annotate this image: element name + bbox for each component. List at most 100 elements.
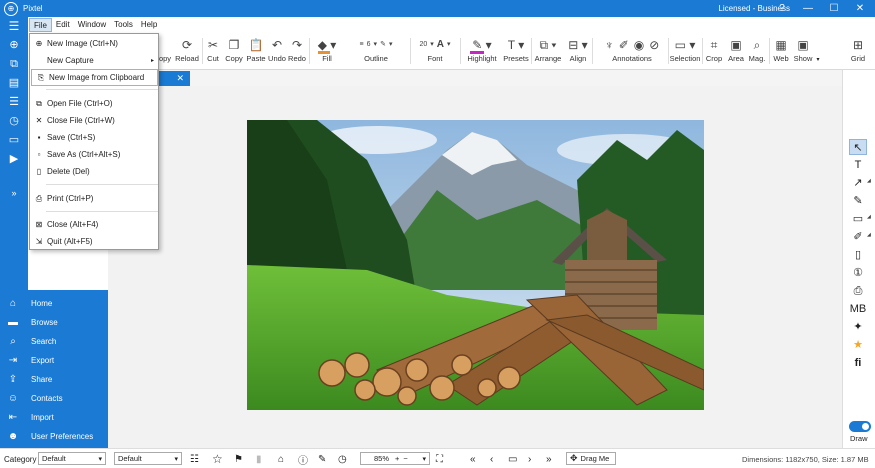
zoom-out-icon[interactable]: − xyxy=(403,454,407,463)
presets-button[interactable]: T ▾ Presets xyxy=(502,36,530,68)
nav-home[interactable]: ⌂ Home xyxy=(0,294,108,312)
nav-export[interactable]: ⇥ Export xyxy=(0,351,108,369)
pointer-icon[interactable]: ↖ xyxy=(849,139,867,155)
reload-button[interactable]: ⟳ Reload xyxy=(174,36,200,68)
paste-button[interactable]: 📋 Paste xyxy=(245,36,267,68)
hamburger-menu-icon[interactable]: ☰ xyxy=(0,17,28,34)
mb-tool-icon[interactable]: MB xyxy=(849,301,867,317)
outline-control[interactable]: ≡ 6 ▾ ✎ ▾ Outline xyxy=(344,36,408,68)
grid-button[interactable]: ⊞ Grid xyxy=(848,36,868,68)
nav-contacts[interactable]: ☺ Contacts xyxy=(0,389,108,407)
star-icon[interactable]: ☆ xyxy=(212,452,223,466)
zoom-control[interactable]: 85% + − ▾ xyxy=(360,452,430,465)
arrow-tool-icon[interactable]: ↗ xyxy=(849,175,867,191)
category-select[interactable]: Default ▾ xyxy=(38,452,106,465)
minimize-button[interactable]: — xyxy=(797,0,819,17)
menu-help[interactable]: Help xyxy=(137,18,161,32)
capture-icon[interactable]: ⧉ xyxy=(6,57,22,71)
undo-button[interactable]: ↶ Undo xyxy=(267,36,287,68)
marker-tool-icon[interactable]: ✐ xyxy=(849,229,867,245)
reload-icon: ⟳ xyxy=(181,38,193,52)
rectangle-tool-icon[interactable]: ▭ xyxy=(849,211,867,227)
list-icon[interactable]: ☰ xyxy=(6,95,22,109)
first-page-icon[interactable]: « xyxy=(470,452,476,466)
align-button[interactable]: ⊟ ▾ Align xyxy=(565,36,591,68)
last-page-icon[interactable]: » xyxy=(546,452,552,466)
selection-button[interactable]: ▭ ▾ Selection xyxy=(670,36,701,68)
menu-item-new-capture[interactable]: New Capture ▸ xyxy=(30,52,158,69)
menu-item-new-image-from-clipboard[interactable]: ⎘ New Image from Clipboard xyxy=(31,69,158,86)
stamp-tool-icon[interactable]: ⎙ xyxy=(849,283,867,299)
fill-button[interactable]: ◆ ▾ Fill xyxy=(311,36,343,68)
nav-share[interactable]: ⇪ Share xyxy=(0,370,108,388)
star-tool-icon[interactable]: ★ xyxy=(849,337,867,353)
show-button[interactable]: ▣ Show xyxy=(792,36,814,68)
history-icon[interactable]: ◷ xyxy=(338,452,347,466)
menu-window[interactable]: Window xyxy=(74,18,110,32)
counter-tool-icon[interactable]: ① xyxy=(849,265,867,281)
web-button[interactable]: ▦ Web xyxy=(771,36,791,68)
menu-item-delete[interactable]: ▯ Delete (Del) xyxy=(30,163,158,180)
note-tool-icon[interactable]: ▯ xyxy=(849,247,867,263)
tag-edit-icon[interactable]: ☷ xyxy=(190,452,199,466)
add-icon[interactable]: ⊕ xyxy=(6,38,22,52)
redo-button[interactable]: ↷ Redo xyxy=(287,36,307,68)
fi-tool-icon[interactable]: fi xyxy=(849,355,867,371)
fit-screen-icon[interactable]: ⛶ xyxy=(436,452,443,466)
window-icon[interactable]: ▭ xyxy=(6,133,22,147)
canvas-area[interactable] xyxy=(108,86,842,448)
annotations-button[interactable]: ♆ ✐ ◉ ⊘ Annotations xyxy=(594,36,670,68)
font-control[interactable]: 20 ▾ A ▾ Font xyxy=(412,36,458,68)
menu-item-open-file[interactable]: ⧉ Open File (Ctrl+O) xyxy=(30,95,158,112)
flag-icon[interactable]: ⚑ xyxy=(234,452,243,466)
menu-item-save[interactable]: ▪ Save (Ctrl+S) xyxy=(30,129,158,146)
image-tab[interactable]: ✕ xyxy=(158,71,190,86)
menu-item-close-file[interactable]: ✕ Close File (Ctrl+W) xyxy=(30,112,158,129)
maximize-button[interactable]: ☐ xyxy=(823,0,845,17)
nav-import[interactable]: ⇤ Import xyxy=(0,408,108,426)
info-icon[interactable]: ⓘ xyxy=(298,452,308,467)
help-button[interactable]: ? xyxy=(771,0,793,17)
edit-icon[interactable]: ✎ xyxy=(318,452,326,466)
arrange-button[interactable]: ⧉ ▾ Arrange xyxy=(533,36,563,68)
close-button[interactable]: ✕ xyxy=(849,0,871,17)
drag-me-button[interactable]: ✥ Drag Me xyxy=(566,452,616,465)
menu-file[interactable]: File xyxy=(29,18,52,32)
next-icon[interactable]: › xyxy=(528,452,531,466)
menu-item-print[interactable]: ⎙ Print (Ctrl+P) xyxy=(30,190,158,207)
search-icon: ⌕ xyxy=(10,335,16,347)
menu-item-close[interactable]: ⊠ Close (Alt+F4) xyxy=(30,216,158,233)
zoom-in-icon[interactable]: + xyxy=(395,454,399,463)
menu-edit[interactable]: Edit xyxy=(52,18,74,32)
menu-item-new-image[interactable]: ⊕ New Image (Ctrl+N) xyxy=(30,35,158,52)
text-tool-icon[interactable]: T xyxy=(849,157,867,173)
cut-button[interactable]: ✂ Cut xyxy=(204,36,222,68)
sparkle-tool-icon[interactable]: ✦ xyxy=(849,319,867,335)
menu-item-save-as[interactable]: ▫ Save As (Ctrl+Alt+S) xyxy=(30,146,158,163)
pen-tool-icon[interactable]: ✎ xyxy=(849,193,867,209)
tag-icon[interactable]: ⌂ xyxy=(278,452,284,466)
previous-icon[interactable]: ‹ xyxy=(490,452,493,466)
crop-button[interactable]: ⌗ Crop xyxy=(704,36,724,68)
second-select[interactable]: Default ▾ xyxy=(114,452,182,465)
area-button[interactable]: ▣ Area xyxy=(726,36,746,68)
page-icon[interactable]: ▭ xyxy=(508,452,517,466)
toolbar-divider xyxy=(769,38,770,64)
menu-divider xyxy=(46,89,158,90)
highlight-button[interactable]: ✎ ▾ Highlight xyxy=(462,36,502,68)
timer-icon[interactable]: ◷ xyxy=(6,114,22,128)
nav-user-preferences[interactable]: ☻ User Preferences xyxy=(0,427,108,445)
copy-button[interactable]: ❐ Copy xyxy=(224,36,244,68)
nav-search[interactable]: ⌕ Search xyxy=(0,332,108,350)
video-icon[interactable]: ▶ xyxy=(6,152,22,166)
tab-close-icon[interactable]: ✕ xyxy=(176,73,184,83)
toolbar-divider xyxy=(460,38,461,64)
menu-tools[interactable]: Tools xyxy=(110,18,137,32)
expand-icon[interactable]: » xyxy=(6,186,22,200)
menu-item-quit[interactable]: ⇲ Quit (Alt+F5) xyxy=(30,233,158,250)
draw-toggle[interactable] xyxy=(849,421,871,432)
magnifier-button[interactable]: ⌕ Mag. xyxy=(747,36,767,68)
nav-browse[interactable]: ▬ Browse xyxy=(0,313,108,331)
document-icon[interactable]: ▤ xyxy=(6,76,22,90)
bookmark-icon[interactable]: ▮ xyxy=(256,452,262,466)
